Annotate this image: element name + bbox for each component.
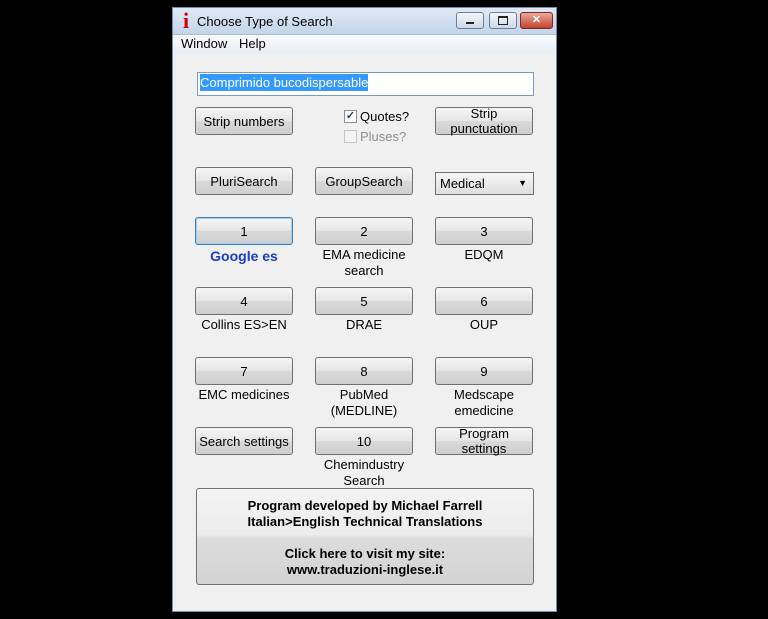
search-label-10: Chemindustry Search [304, 457, 424, 489]
quotes-checkbox[interactable]: ✓ Quotes? [344, 109, 409, 124]
visit-site-button[interactable]: Program developed by Michael Farrell Ita… [196, 488, 534, 585]
close-icon: ✕ [531, 14, 542, 26]
category-selected: Medical [440, 176, 485, 191]
search-label-10-line1: Chemindustry [323, 457, 405, 472]
search-settings-button[interactable]: Search settings [195, 427, 293, 455]
search-button-4[interactable]: 4 [195, 287, 293, 315]
category-select[interactable]: Medical ▼ [435, 172, 534, 195]
menu-help[interactable]: Help [239, 36, 266, 51]
info-app-icon[interactable]: i [179, 10, 193, 32]
minimize-button[interactable] [456, 12, 484, 29]
menu-window[interactable]: Window [181, 36, 227, 51]
strip-punctuation-label: Strip punctuation [450, 106, 517, 136]
search-label-2-line2: search [344, 263, 384, 278]
close-button[interactable]: ✕ [520, 12, 553, 29]
minimize-icon [466, 21, 474, 24]
credits-line1: Program developed by Michael Farrell [247, 498, 483, 513]
maximize-icon [498, 15, 508, 25]
window-title: Choose Type of Search [197, 14, 333, 29]
search-input[interactable]: Comprimido bucodispersable [197, 72, 534, 96]
credits-line2: Italian>English Technical Translations [247, 514, 483, 529]
search-label-8: PubMed (MEDLINE) [304, 387, 424, 419]
groupsearch-button[interactable]: GroupSearch [315, 167, 413, 195]
search-label-7: EMC medicines [198, 387, 290, 402]
search-button-9[interactable]: 9 [435, 357, 533, 385]
maximize-button[interactable] [489, 12, 517, 29]
program-settings-line2: settings [461, 441, 507, 456]
strip-punctuation-line2: punctuation [450, 121, 518, 136]
search-button-7[interactable]: 7 [195, 357, 293, 385]
search-button-5[interactable]: 5 [315, 287, 413, 315]
website-text: Click here to visit my site: www.traduzi… [197, 546, 533, 578]
search-label-6: OUP [469, 317, 499, 332]
quotes-label: Quotes? [360, 109, 410, 124]
search-label-4: Collins ES>EN [201, 317, 287, 332]
search-button-1[interactable]: 1 [195, 217, 293, 245]
credits-text: Program developed by Michael Farrell Ita… [197, 498, 533, 530]
search-button-8[interactable]: 8 [315, 357, 413, 385]
search-input-text: Comprimido bucodispersable [200, 74, 369, 91]
pluses-checkbox[interactable]: Pluses? [344, 129, 406, 144]
search-label-2: EMA medicine search [304, 247, 424, 279]
search-label-9-line2: emedicine [454, 403, 514, 418]
search-label-9: Medscape emedicine [424, 387, 544, 419]
search-label-5: DRAE [345, 317, 383, 332]
search-label-8-line1: PubMed [339, 387, 389, 402]
pluses-label: Pluses? [360, 129, 407, 144]
search-button-2[interactable]: 2 [315, 217, 413, 245]
dropdown-arrow-icon: ▼ [518, 178, 527, 188]
program-settings-label: Program settings [459, 426, 509, 456]
website-url: www.traduzioni-inglese.it [286, 562, 444, 577]
search-button-3[interactable]: 3 [435, 217, 533, 245]
website-line1: Click here to visit my site: [284, 546, 446, 561]
search-window: i Choose Type of Search ✕ Window Help Co… [172, 7, 557, 612]
menu-bar: Window Help [173, 35, 556, 53]
title-bar[interactable]: i Choose Type of Search ✕ [173, 8, 556, 35]
search-label-8-line2: (MEDLINE) [330, 403, 398, 418]
program-settings-line1: Program [459, 426, 509, 441]
search-label-9-line1: Medscape [454, 387, 514, 402]
search-label-2-line1: EMA medicine [322, 247, 406, 262]
plurisearch-button[interactable]: PluriSearch [195, 167, 293, 195]
search-label-10-line2: Search [343, 473, 385, 488]
check-icon: ✓ [344, 110, 357, 123]
strip-punctuation-line1: Strip [470, 106, 498, 121]
strip-punctuation-button[interactable]: Strip punctuation [435, 106, 533, 136]
pluses-box [344, 130, 357, 143]
search-button-10[interactable]: 10 [315, 427, 413, 455]
search-label-1: Google es [210, 248, 278, 264]
strip-numbers-button[interactable]: Strip numbers [195, 107, 293, 135]
program-settings-button[interactable]: Program settings [435, 426, 533, 456]
search-button-6[interactable]: 6 [435, 287, 533, 315]
search-label-3: EDQM [464, 247, 504, 262]
